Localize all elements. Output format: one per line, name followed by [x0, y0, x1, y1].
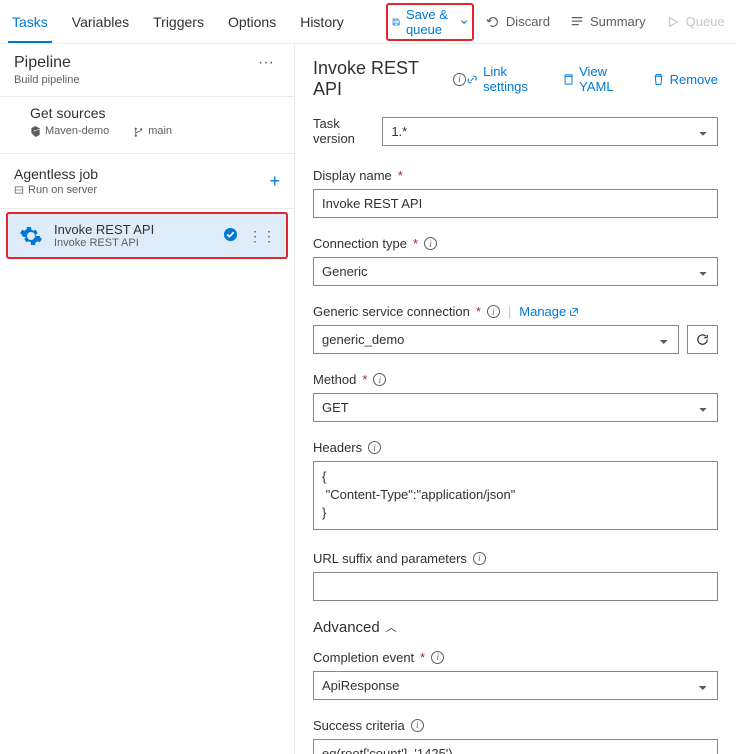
task-details: Invoke REST API i Link settings View YAM… — [295, 44, 736, 754]
link-icon — [466, 73, 478, 86]
trash-icon — [652, 73, 665, 86]
summary-icon — [570, 15, 584, 29]
refresh-icon — [695, 332, 710, 347]
discard-button[interactable]: Discard — [478, 10, 558, 33]
success-label: Success criteria — [313, 718, 405, 733]
add-task-button[interactable]: + — [269, 171, 280, 192]
task-version-select[interactable]: 1.* — [382, 117, 718, 146]
info-icon[interactable]: i — [368, 441, 381, 454]
info-icon[interactable]: i — [373, 373, 386, 386]
connection-type-label: Connection type — [313, 236, 407, 251]
gear-icon — [18, 223, 44, 249]
play-icon — [666, 15, 680, 29]
tab-options[interactable]: Options — [216, 2, 288, 42]
method-select[interactable]: GET — [313, 393, 718, 422]
server-icon — [14, 185, 24, 195]
copy-icon — [562, 73, 574, 86]
method-label: Method — [313, 372, 356, 387]
get-sources[interactable]: Get sources Maven-demo main — [0, 97, 294, 145]
repo-item: Maven-demo — [30, 125, 109, 137]
info-icon[interactable]: i — [431, 651, 444, 664]
pipeline-sub: Build pipeline — [14, 74, 79, 86]
info-icon[interactable]: i — [487, 305, 500, 318]
queue-label: Queue — [686, 14, 725, 29]
summary-label: Summary — [590, 14, 646, 29]
external-icon — [569, 307, 579, 317]
manage-link[interactable]: Manage — [519, 304, 579, 319]
chevron-down-icon — [460, 15, 468, 29]
display-name-label: Display name — [313, 168, 392, 183]
tab-tasks[interactable]: Tasks — [0, 2, 60, 42]
job-sub: Run on server — [28, 184, 97, 196]
info-icon[interactable]: i — [424, 237, 437, 250]
completion-select[interactable]: ApiResponse — [313, 671, 718, 700]
task-invoke-rest-api[interactable]: Invoke REST API Invoke REST API ⋮⋮ — [6, 212, 288, 259]
url-suffix-input[interactable] — [313, 572, 718, 601]
save-and-queue-button[interactable]: Save & queue — [386, 3, 474, 41]
toolbar: Save & queue Discard Summary Queue ··· — [386, 3, 736, 41]
task-sub: Invoke REST API — [54, 237, 213, 249]
job-title: Agentless job — [14, 166, 98, 182]
tab-history[interactable]: History — [288, 2, 356, 42]
display-name-input[interactable] — [313, 189, 718, 218]
summary-button[interactable]: Summary — [562, 10, 654, 33]
nav-tabs: Tasks Variables Triggers Options History — [0, 2, 356, 42]
tab-triggers[interactable]: Triggers — [141, 2, 216, 42]
top-bar: Tasks Variables Triggers Options History… — [0, 0, 736, 44]
discard-label: Discard — [506, 14, 550, 29]
task-name: Invoke REST API — [54, 222, 213, 237]
branch-icon — [133, 126, 144, 137]
headers-textarea[interactable]: { "Content-Type":"application/json" } — [313, 461, 718, 530]
agentless-job[interactable]: Agentless job Run on server + — [0, 154, 294, 208]
connection-type-select[interactable]: Generic — [313, 257, 718, 286]
pipeline-title: Pipeline — [14, 54, 79, 72]
headers-label: Headers — [313, 440, 362, 455]
devops-icon — [30, 126, 41, 137]
save-queue-label: Save & queue — [406, 7, 454, 37]
service-conn-select[interactable]: generic_demo — [313, 325, 679, 354]
save-icon — [392, 15, 400, 29]
info-icon[interactable]: i — [453, 73, 466, 86]
queue-button: Queue — [658, 10, 733, 33]
check-icon — [223, 227, 238, 245]
advanced-section[interactable]: Advanced ︿ — [313, 619, 718, 636]
url-suffix-label: URL suffix and parameters — [313, 551, 467, 566]
info-icon[interactable]: i — [411, 719, 424, 732]
completion-label: Completion event — [313, 650, 414, 665]
pipeline-header[interactable]: Pipeline Build pipeline ··· — [0, 44, 294, 96]
info-icon[interactable]: i — [473, 552, 486, 565]
remove-button[interactable]: Remove — [652, 64, 718, 94]
undo-icon — [486, 15, 500, 29]
get-sources-title: Get sources — [30, 105, 280, 121]
branch-item: main — [133, 125, 172, 137]
link-settings[interactable]: Link settings — [466, 64, 552, 94]
chevron-up-icon: ︿ — [386, 619, 397, 635]
success-input[interactable] — [313, 739, 718, 754]
tab-variables[interactable]: Variables — [60, 2, 141, 42]
service-conn-label: Generic service connection — [313, 304, 470, 319]
pipeline-panel: Pipeline Build pipeline ··· Get sources … — [0, 44, 295, 754]
drag-handle-icon[interactable]: ⋮⋮ — [248, 233, 276, 239]
pipeline-more-icon[interactable]: ··· — [258, 54, 280, 72]
view-yaml[interactable]: View YAML — [562, 64, 642, 94]
refresh-button[interactable] — [687, 325, 718, 354]
task-version-label: Task version — [313, 116, 372, 146]
detail-title: Invoke REST API — [313, 58, 447, 100]
